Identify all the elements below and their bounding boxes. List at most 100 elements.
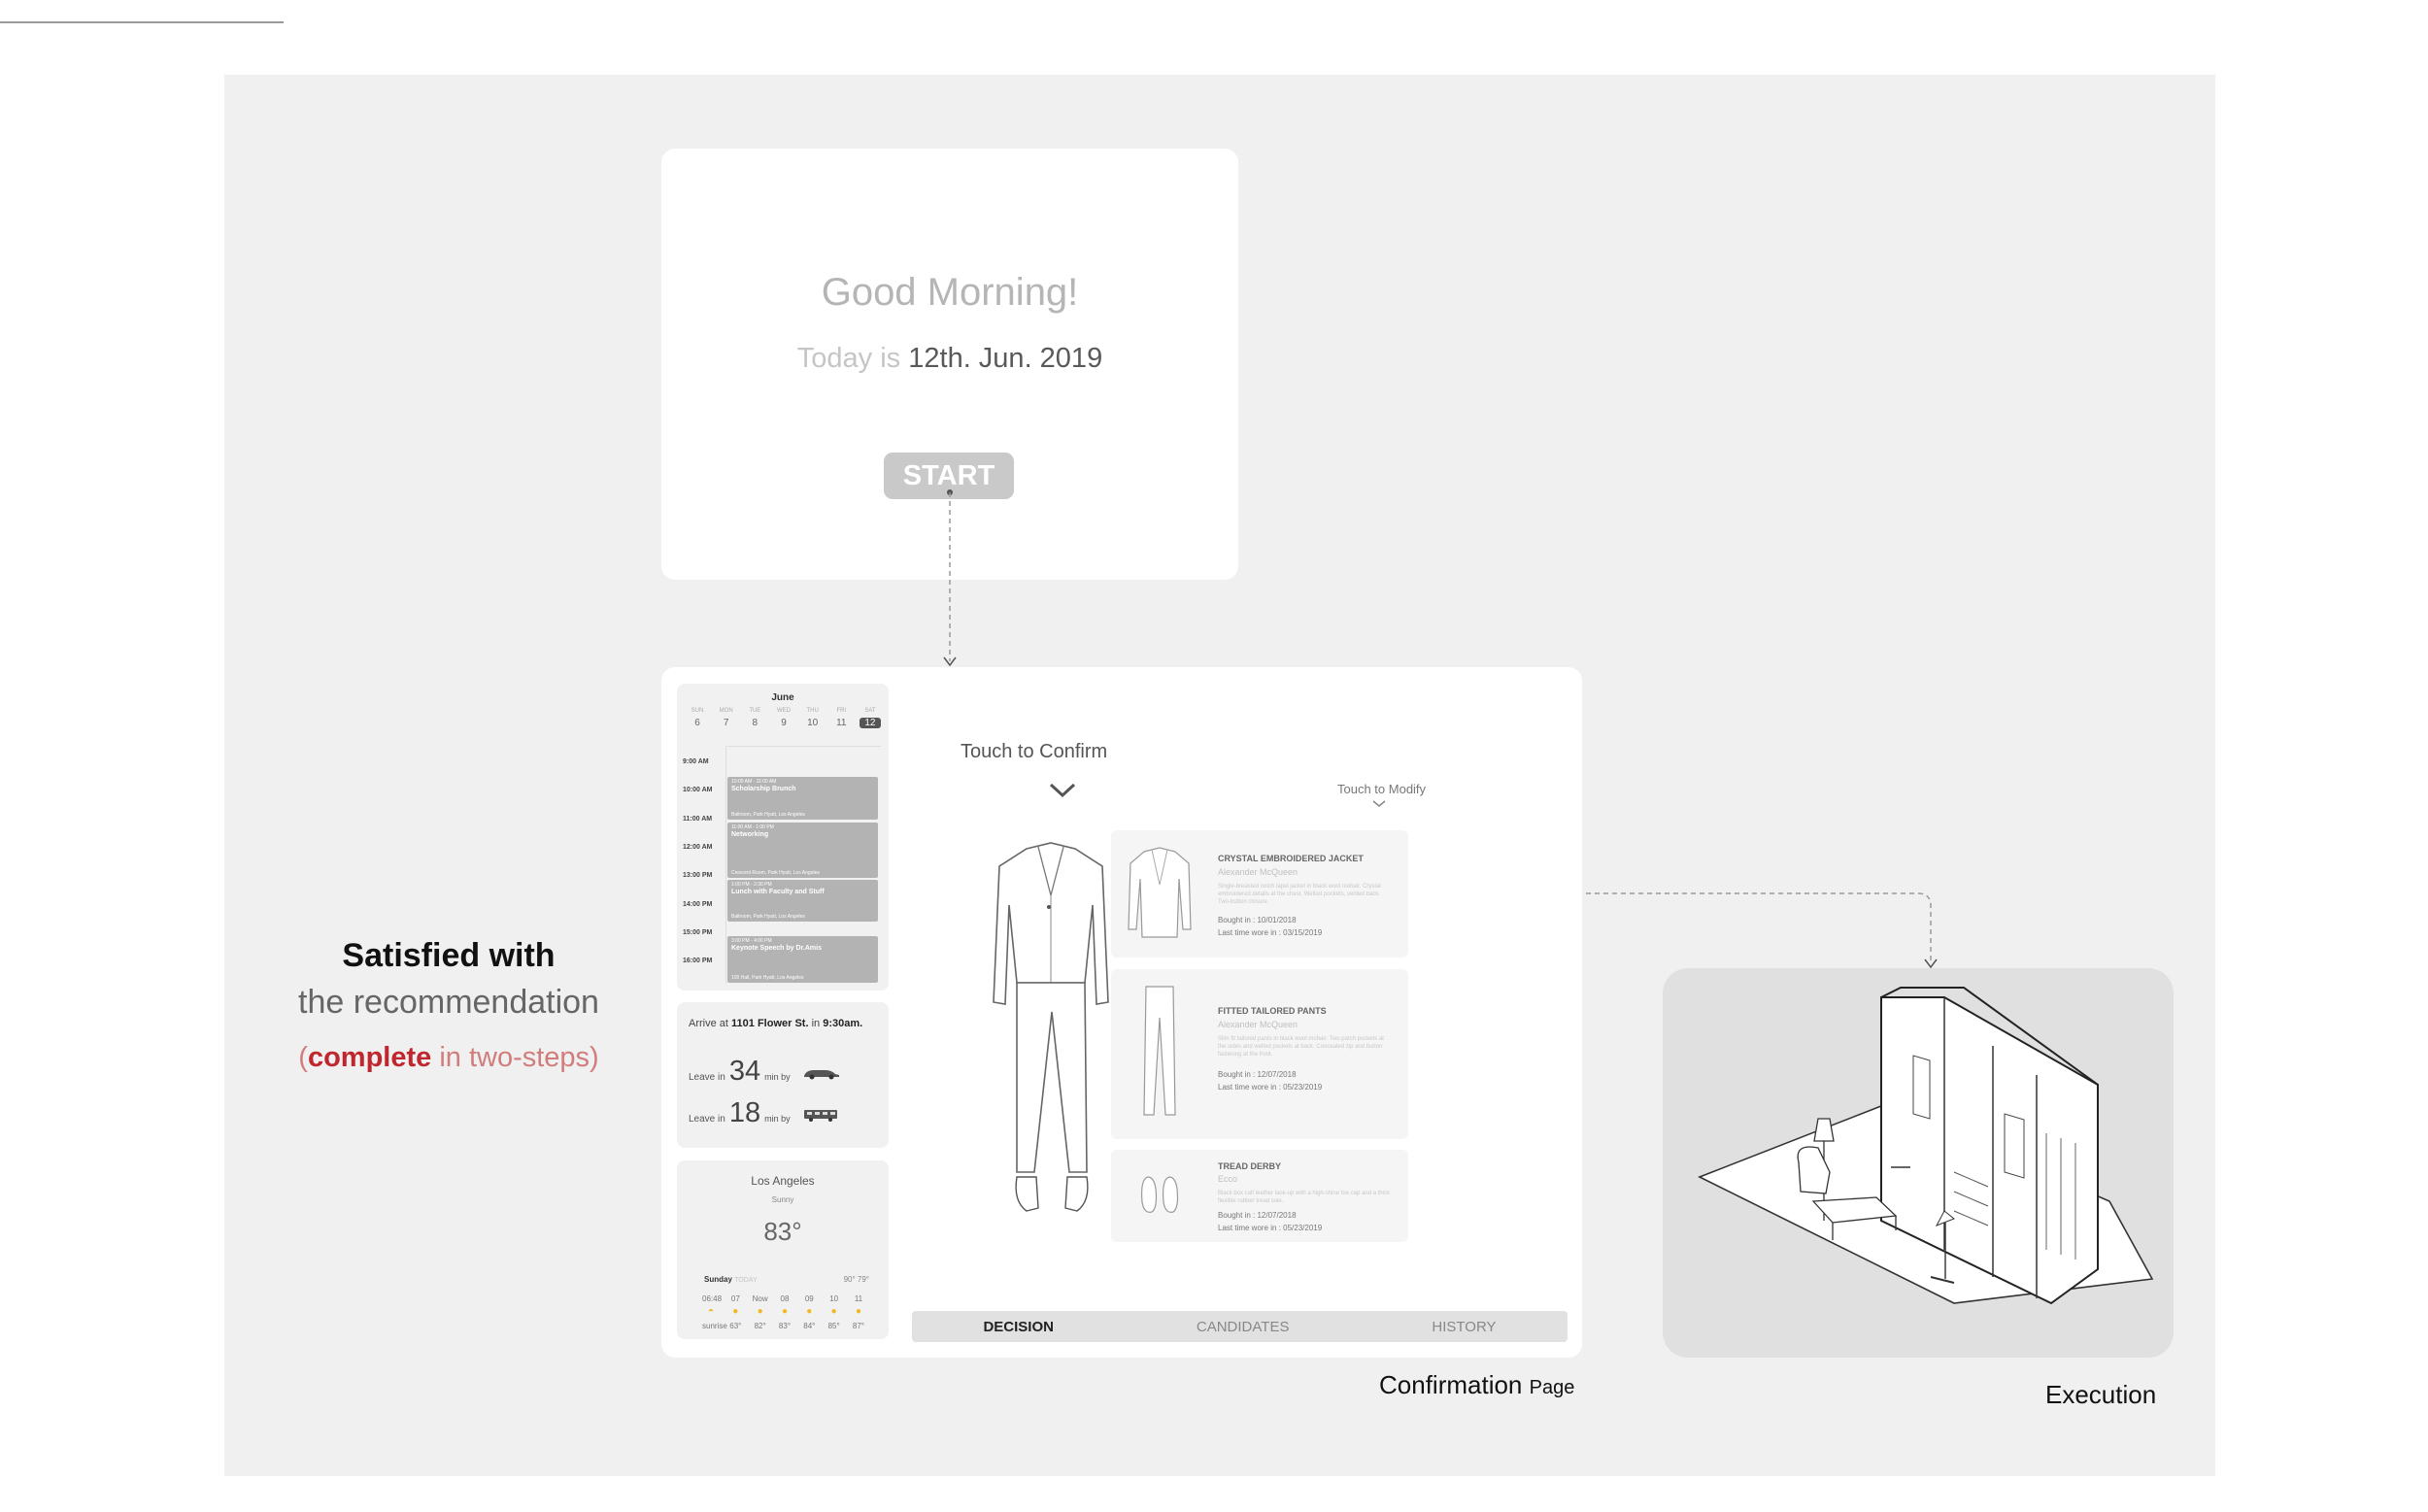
sun-icon: ● bbox=[781, 1306, 788, 1317]
note-open-paren: ( bbox=[298, 1042, 308, 1073]
commute-widget: Arrive at 1101 Flower St. in 9:30am. Lea… bbox=[677, 1002, 889, 1148]
hour-label: 15:00 PM bbox=[683, 929, 713, 936]
weather-day-row: Sunday TODAY 90° 79° bbox=[704, 1275, 869, 1284]
hour-label: 16:00 PM bbox=[683, 958, 713, 964]
date-row: 6 7 8 9 10 11 12 bbox=[687, 718, 881, 728]
transit-option[interactable]: Leave in 18 min by bbox=[689, 1097, 841, 1129]
calendar-date[interactable]: 7 bbox=[716, 718, 737, 728]
calendar-event[interactable]: 3:00 PM - 4:00 PM Keynote Speech by Dr.A… bbox=[727, 936, 878, 983]
timeline-axis bbox=[725, 746, 726, 984]
event-time: 1:00 PM - 2:30 PM bbox=[731, 882, 772, 888]
weekday-label: WED bbox=[776, 708, 791, 714]
item-name: TREAD DERBY bbox=[1218, 1161, 1282, 1171]
hour-label: 10:00 AM bbox=[683, 787, 713, 793]
forecast-temp: 83° bbox=[778, 1322, 792, 1330]
chevron-down-small-icon bbox=[1372, 800, 1386, 807]
confirmation-screen: June SUN MON TUE WED THU FRI SAT 6 7 8 9… bbox=[661, 667, 1582, 1358]
tab-history[interactable]: HISTORY bbox=[1432, 1319, 1496, 1335]
tab-candidates[interactable]: CANDIDATES bbox=[1197, 1319, 1290, 1335]
note-complete: complete bbox=[307, 1042, 432, 1073]
jacket-thumbnail bbox=[1128, 847, 1192, 938]
item-last-worn: Last time wore in : 05/23/2019 bbox=[1218, 1083, 1323, 1092]
forecast-hours: 06:48 07 Now 08 09 10 11 bbox=[702, 1294, 867, 1303]
item-brand: Alexander McQueen bbox=[1218, 1020, 1298, 1029]
item-bought: Bought in : 10/01/2018 bbox=[1218, 916, 1297, 924]
hour-divider bbox=[727, 746, 881, 747]
calendar-event[interactable]: 10:00 AM - 11:00 AM Scholarship Brunch B… bbox=[727, 777, 878, 820]
forecast-temp: 63° bbox=[729, 1322, 742, 1330]
item-card-jacket[interactable]: CRYSTAL EMBROIDERED JACKET Alexander McQ… bbox=[1111, 830, 1408, 958]
bus-icon bbox=[803, 1110, 837, 1122]
weather-city: Los Angeles bbox=[751, 1174, 815, 1188]
calendar-date-selected[interactable]: 12 bbox=[859, 718, 881, 728]
calendar-widget: June SUN MON TUE WED THU FRI SAT 6 7 8 9… bbox=[677, 684, 889, 991]
weather-condition: Sunny bbox=[771, 1195, 794, 1204]
leave-label: Leave in bbox=[689, 1072, 725, 1083]
arrive-prefix: Arrive at bbox=[689, 1018, 728, 1029]
sun-icon: ● bbox=[757, 1306, 763, 1317]
hour-label: 12:00 AM bbox=[683, 844, 713, 851]
arrive-address: 1101 Flower St. bbox=[731, 1018, 809, 1029]
weekday-label: MON bbox=[719, 708, 733, 714]
calendar-date[interactable]: 8 bbox=[744, 718, 765, 728]
calendar-event[interactable]: 11:00 AM - 1:00 PM Networking Crescent R… bbox=[727, 823, 878, 878]
item-card-shoes[interactable]: TREAD DERBY Ecco Black box calf leather … bbox=[1111, 1150, 1408, 1242]
forecast-hour: 11 bbox=[854, 1294, 863, 1303]
shoes-thumbnail bbox=[1141, 1176, 1179, 1213]
calendar-date[interactable]: 11 bbox=[830, 718, 852, 728]
forecast-temp: 87° bbox=[852, 1322, 865, 1330]
touch-to-modify-label: Touch to Modify bbox=[1337, 782, 1427, 796]
chevron-down-icon bbox=[1049, 783, 1076, 798]
item-card-pants[interactable]: FITTED TAILORED PANTS Alexander McQueen … bbox=[1111, 969, 1408, 1139]
car-option[interactable]: Leave in 34 min by bbox=[689, 1056, 841, 1088]
forecast-icons: ◓ ● ● ● ● ● ● bbox=[702, 1306, 867, 1317]
item-description: Slim fit tailored pants in black wool mo… bbox=[1218, 1036, 1384, 1058]
weekday-label: SUN bbox=[691, 708, 704, 714]
calendar-date[interactable]: 10 bbox=[802, 718, 824, 728]
forecast-hour: 09 bbox=[804, 1294, 814, 1303]
leave-unit: min by bbox=[764, 1072, 791, 1082]
confirmation-caption: Confirmation Page bbox=[1379, 1370, 1574, 1400]
event-name: Lunch with Faculty and Stuff bbox=[731, 889, 825, 895]
weather-high-low: 90° 79° bbox=[843, 1275, 869, 1284]
hour-label: 13:00 PM bbox=[683, 872, 713, 879]
car-icon bbox=[803, 1070, 839, 1080]
car-minutes: 34 bbox=[728, 1056, 761, 1087]
forecast-temp: sunrise bbox=[702, 1322, 727, 1330]
item-name: CRYSTAL EMBROIDERED JACKET bbox=[1218, 854, 1364, 863]
item-bought: Bought in : 12/07/2018 bbox=[1218, 1070, 1297, 1079]
forecast-hour: 10 bbox=[829, 1294, 839, 1303]
weather-day-tag: TODAY bbox=[734, 1277, 758, 1284]
event-location: Ballroom, Park Hyatt, Los Angeles bbox=[731, 812, 805, 818]
event-name: Networking bbox=[731, 831, 769, 838]
outfit-illustration[interactable] bbox=[988, 837, 1114, 1226]
transit-minutes: 18 bbox=[728, 1097, 761, 1128]
event-location: Ballroom, Park Hyatt, Los Angeles bbox=[731, 914, 805, 920]
confirmation-caption-page: Page bbox=[1529, 1377, 1575, 1398]
weekday-label: FRI bbox=[836, 708, 847, 714]
weather-day: Sunday bbox=[704, 1275, 732, 1284]
item-bought: Bought in : 12/07/2018 bbox=[1218, 1211, 1297, 1220]
note-rest: in two-steps) bbox=[431, 1042, 599, 1073]
hour-label: 11:00 AM bbox=[683, 816, 713, 823]
bottom-tab-bar: DECISION CANDIDATES HISTORY bbox=[912, 1311, 1568, 1342]
arrive-time: 9:30am. bbox=[823, 1018, 863, 1029]
forecast-hour: 06:48 bbox=[702, 1294, 723, 1303]
satisfied-title: Satisfied with bbox=[342, 937, 556, 974]
item-description: Single-breasted notch lapel jacket in bl… bbox=[1218, 884, 1381, 905]
weekday-label: SAT bbox=[864, 708, 876, 714]
hour-label: 9:00 AM bbox=[683, 758, 709, 765]
sunrise-icon: ◓ bbox=[707, 1306, 715, 1317]
calendar-event[interactable]: 1:00 PM - 2:30 PM Lunch with Faculty and… bbox=[727, 880, 878, 922]
sun-icon: ● bbox=[855, 1306, 861, 1317]
sun-icon: ● bbox=[732, 1306, 739, 1317]
event-location: 100 Hall, Park Hyatt, Los Angeles bbox=[731, 975, 804, 981]
calendar-date[interactable]: 9 bbox=[773, 718, 794, 728]
weekday-label: TUE bbox=[749, 708, 761, 714]
event-time: 11:00 AM - 1:00 PM bbox=[731, 824, 774, 830]
arrival-line: Arrive at 1101 Flower St. in 9:30am. bbox=[689, 1018, 862, 1029]
event-time: 10:00 AM - 11:00 AM bbox=[731, 779, 777, 785]
calendar-date[interactable]: 6 bbox=[687, 718, 708, 728]
event-location: Crescent Room, Park Hyatt, Los Angeles bbox=[731, 870, 820, 876]
tab-decision[interactable]: DECISION bbox=[983, 1319, 1054, 1335]
